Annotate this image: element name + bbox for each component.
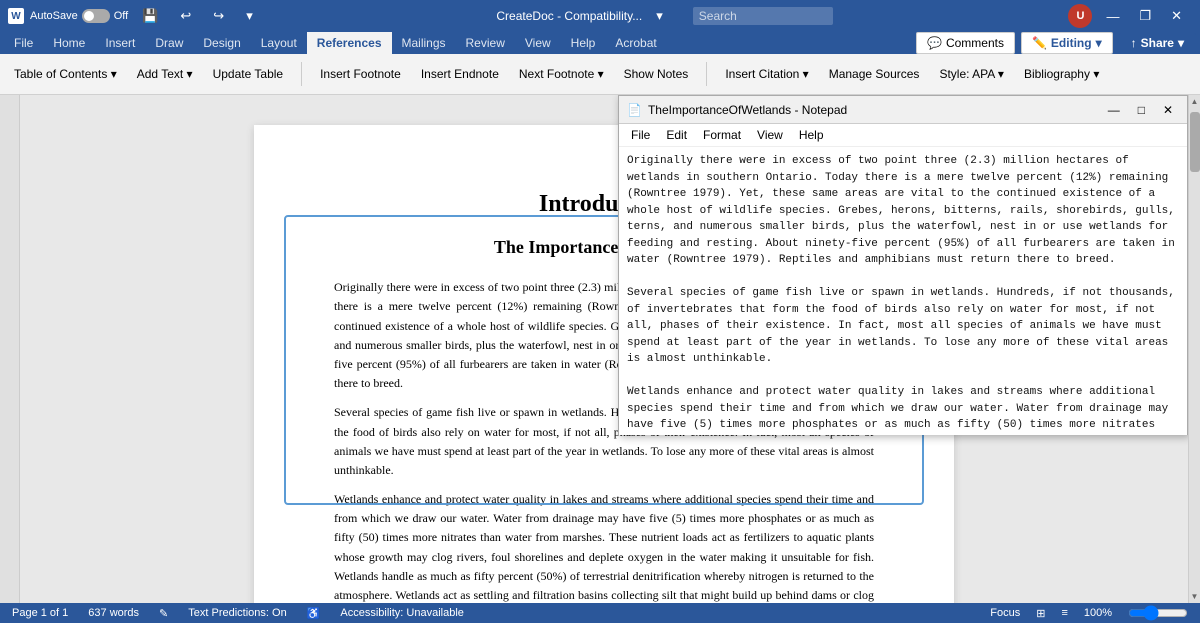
tab-design[interactable]: Design bbox=[193, 32, 250, 54]
editing-label: Editing bbox=[1051, 36, 1092, 50]
undo-button[interactable]: ↩ bbox=[172, 6, 199, 26]
notepad-menu-edit[interactable]: Edit bbox=[658, 126, 695, 144]
zoom-slider[interactable] bbox=[1128, 605, 1188, 621]
ribbon-tabs: File Home Insert Draw Design Layout Refe… bbox=[0, 32, 1200, 54]
scroll-thumb[interactable] bbox=[1190, 112, 1200, 172]
edit-icon: ✏️ bbox=[1032, 36, 1047, 50]
title-bar: W AutoSave Off 💾 ↩ ↪ ▾ CreateDoc - Compa… bbox=[0, 0, 1200, 32]
editing-dropdown-icon: ▾ bbox=[1096, 36, 1102, 50]
title-dropdown[interactable]: ▾ bbox=[648, 6, 671, 26]
comment-icon: 💬 bbox=[927, 36, 942, 50]
app-title: CreateDoc - Compatibility... bbox=[496, 9, 642, 23]
restore-button[interactable]: ❐ bbox=[1129, 0, 1161, 32]
tab-home[interactable]: Home bbox=[43, 32, 95, 54]
share-label: Share bbox=[1141, 36, 1174, 50]
ribbon-cmd-10[interactable]: Style: APA ▾ bbox=[933, 65, 1010, 83]
text-predictions[interactable]: Text Predictions: On bbox=[188, 607, 286, 619]
tab-view[interactable]: View bbox=[515, 32, 561, 54]
comments-label: Comments bbox=[946, 36, 1004, 50]
tab-file[interactable]: File bbox=[4, 32, 43, 54]
share-dropdown-icon: ▾ bbox=[1178, 36, 1184, 50]
ribbon-cmd-9[interactable]: Manage Sources bbox=[823, 65, 926, 83]
comments-button[interactable]: 💬 Comments bbox=[916, 32, 1015, 54]
notepad-menu-format[interactable]: Format bbox=[695, 126, 749, 144]
page-info: Page 1 of 1 bbox=[12, 607, 68, 619]
view-mode-icon-1[interactable]: ⊞ bbox=[1036, 607, 1045, 620]
search-input[interactable] bbox=[693, 7, 833, 25]
title-bar-right: U — ❐ ✕ bbox=[1068, 0, 1192, 32]
ribbon-cmd-6[interactable]: Next Footnote ▾ bbox=[513, 65, 610, 83]
status-bar: Page 1 of 1 637 words ✎ Text Predictions… bbox=[0, 603, 1200, 623]
tab-draw[interactable]: Draw bbox=[145, 32, 193, 54]
separator-2 bbox=[706, 62, 707, 86]
ribbon-cmd-8[interactable]: Insert Citation ▾ bbox=[719, 65, 814, 83]
tab-layout[interactable]: Layout bbox=[251, 32, 307, 54]
left-margin bbox=[0, 95, 20, 603]
ribbon-cmd-7[interactable]: Show Notes bbox=[618, 65, 695, 83]
focus-label[interactable]: Focus bbox=[990, 607, 1020, 619]
notepad-menu: File Edit Format View Help bbox=[619, 124, 1187, 147]
ribbon-cmd-1[interactable]: Table of Contents ▾ bbox=[8, 65, 123, 83]
status-icon-accessibility: ♿ bbox=[307, 607, 321, 620]
tab-acrobat[interactable]: Acrobat bbox=[605, 32, 666, 54]
notepad-maximize[interactable]: □ bbox=[1132, 100, 1151, 120]
ribbon-actions: 💬 Comments ✏️ Editing ▾ ↑ Share ▾ bbox=[916, 32, 1196, 54]
customize-button[interactable]: ▾ bbox=[238, 6, 261, 26]
word-count: 637 words bbox=[88, 607, 139, 619]
autosave-toggle-knob bbox=[84, 11, 94, 21]
tab-insert[interactable]: Insert bbox=[95, 32, 145, 54]
notepad-text-area[interactable]: Originally there were in excess of two p… bbox=[619, 147, 1187, 435]
tab-mailings[interactable]: Mailings bbox=[392, 32, 456, 54]
autosave-toggle: AutoSave Off bbox=[30, 9, 128, 23]
notepad-title: TheImportanceOfWetlands - Notepad bbox=[648, 103, 1096, 117]
accessibility-status: Accessibility: Unavailable bbox=[340, 607, 464, 619]
ribbon-cmd-5[interactable]: Insert Endnote bbox=[415, 65, 505, 83]
notepad-menu-file[interactable]: File bbox=[623, 126, 658, 144]
autosave-label: AutoSave bbox=[30, 10, 78, 22]
scroll-down-arrow[interactable]: ▼ bbox=[1189, 590, 1200, 603]
window-controls: — ❐ ✕ bbox=[1096, 0, 1192, 32]
share-icon: ↑ bbox=[1131, 36, 1137, 50]
notepad-minimize[interactable]: — bbox=[1102, 100, 1126, 120]
zoom-level: 100% bbox=[1084, 607, 1112, 619]
notepad-menu-help[interactable]: Help bbox=[791, 126, 832, 144]
autosave-state: Off bbox=[114, 10, 128, 22]
tab-references[interactable]: References bbox=[307, 32, 392, 54]
separator-1 bbox=[301, 62, 302, 86]
word-icon: W bbox=[8, 8, 24, 24]
close-button[interactable]: ✕ bbox=[1161, 0, 1192, 32]
notepad-titlebar: 📄 TheImportanceOfWetlands - Notepad — □ … bbox=[619, 96, 1187, 124]
document-area: Introduction The Importance of Wetlands … bbox=[20, 95, 1188, 603]
notepad-icon: 📄 bbox=[627, 103, 642, 117]
minimize-button[interactable]: — bbox=[1096, 0, 1129, 32]
tab-review[interactable]: Review bbox=[456, 32, 515, 54]
notepad-window: 📄 TheImportanceOfWetlands - Notepad — □ … bbox=[618, 95, 1188, 435]
view-mode-icon-2[interactable]: ≡ bbox=[1061, 607, 1067, 619]
tab-help[interactable]: Help bbox=[561, 32, 606, 54]
ribbon-cmd-4[interactable]: Insert Footnote bbox=[314, 65, 407, 83]
share-button[interactable]: ↑ Share ▾ bbox=[1119, 33, 1196, 53]
status-icon-edit: ✎ bbox=[159, 607, 168, 620]
scroll-up-arrow[interactable]: ▲ bbox=[1189, 95, 1200, 108]
ribbon: File Home Insert Draw Design Layout Refe… bbox=[0, 32, 1200, 95]
main-container: Introduction The Importance of Wetlands … bbox=[0, 95, 1200, 603]
ribbon-commands: Table of Contents ▾ Add Text ▾ Update Ta… bbox=[0, 54, 1200, 94]
title-bar-left: W AutoSave Off 💾 ↩ ↪ ▾ bbox=[8, 6, 261, 26]
notepad-menu-view[interactable]: View bbox=[749, 126, 791, 144]
editing-button[interactable]: ✏️ Editing ▾ bbox=[1021, 32, 1113, 54]
autosave-toggle-pill[interactable] bbox=[82, 9, 110, 23]
notepad-close[interactable]: ✕ bbox=[1157, 100, 1179, 120]
paragraph-3: Wetlands enhance and protect water quali… bbox=[334, 490, 874, 603]
ribbon-cmd-3[interactable]: Update Table bbox=[207, 65, 290, 83]
redo-button[interactable]: ↪ bbox=[205, 6, 232, 26]
avatar: U bbox=[1068, 4, 1092, 28]
right-scrollbar[interactable]: ▲ ▼ bbox=[1188, 95, 1200, 603]
ribbon-cmd-2[interactable]: Add Text ▾ bbox=[131, 65, 199, 83]
save-button[interactable]: 💾 bbox=[134, 6, 166, 26]
status-bar-right: Focus ⊞ ≡ 100% bbox=[990, 605, 1188, 621]
ribbon-cmd-11[interactable]: Bibliography ▾ bbox=[1018, 65, 1105, 83]
title-bar-center: CreateDoc - Compatibility... ▾ bbox=[496, 6, 832, 26]
